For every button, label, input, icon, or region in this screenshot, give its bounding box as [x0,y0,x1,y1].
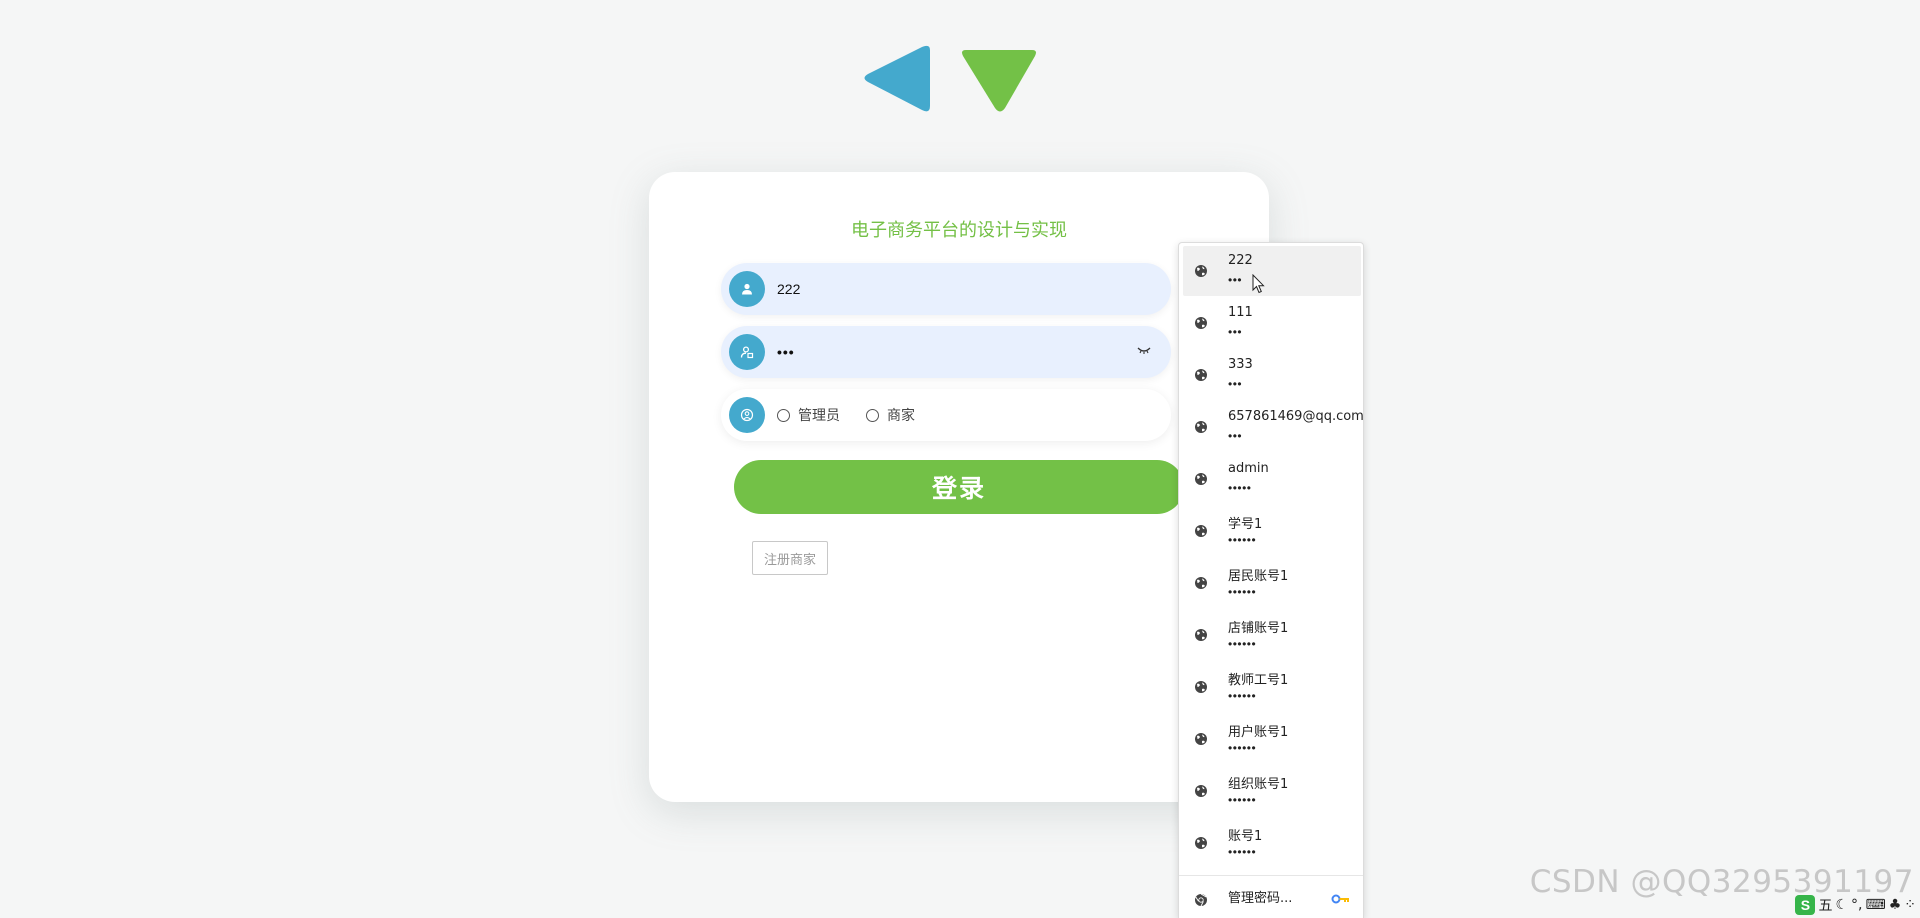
autofill-item[interactable]: 教师工号1 •••••• [1183,662,1361,712]
autofill-username: 组织账号1 [1228,777,1289,792]
globe-icon [1195,369,1207,381]
mouse-cursor-icon [1252,274,1265,294]
role-field: 管理员 商家 [721,389,1171,441]
autofill-username: 店铺账号1 [1228,621,1289,636]
autofill-item[interactable]: 657861469@qq.com ••• [1183,402,1364,452]
role-label-admin: 管理员 [798,408,840,424]
punctuation-icon[interactable]: °, [1851,897,1862,913]
autofill-password-mask: •••••• [1228,637,1257,651]
globe-icon [1195,577,1207,589]
manage-passwords-item[interactable]: 管理密码... [1183,881,1361,917]
autofill-item[interactable]: admin ••••• [1183,454,1361,504]
globe-icon [1195,473,1207,485]
autofill-password-mask: •••••• [1228,741,1257,755]
autofill-password-mask: ••• [1228,429,1243,443]
globe-icon [1195,733,1207,745]
autofill-item[interactable]: 用户账号1 •••••• [1183,714,1361,764]
user-icon [729,271,765,307]
chrome-icon [1195,893,1207,907]
autofill-item[interactable]: 222 ••• [1183,246,1361,296]
autofill-username: 居民账号1 [1228,569,1289,584]
autofill-password-mask: •••••• [1228,845,1257,859]
autofill-username: 333 [1228,357,1253,372]
manage-passwords-label: 管理密码... [1228,891,1293,906]
autofill-password-mask: •••••• [1228,689,1257,703]
skin-icon[interactable]: ♣ [1889,897,1902,913]
autofill-item[interactable]: 333 ••• [1183,350,1361,400]
login-button[interactable]: 登录 [734,460,1184,514]
autofill-password-mask: ••• [1228,325,1243,339]
globe-icon [1195,785,1207,797]
key-icon [1331,894,1349,904]
keyboard-icon[interactable]: ⌨ [1865,897,1885,913]
moon-icon[interactable]: ☾ [1835,897,1848,913]
ime-logo[interactable]: S [1795,895,1816,915]
globe-icon [1195,629,1207,641]
autofill-password-mask: •••••• [1228,533,1257,547]
page-title: 电子商务平台的设计与实现 [851,220,1067,241]
password-input[interactable]: ••• [777,326,795,378]
register-merchant-button[interactable]: 注册商家 [752,541,828,575]
autofill-item[interactable]: 学号1 •••••• [1183,506,1361,556]
username-field[interactable]: 222 [721,263,1171,315]
globe-icon [1195,265,1207,277]
radio-circle[interactable] [866,408,879,422]
radio-circle[interactable] [777,408,790,422]
autofill-password-mask: •••••• [1228,585,1257,599]
autofill-item[interactable]: 111 ••• [1183,298,1361,348]
role-radio-merchant[interactable]: 商家 [866,405,915,425]
autofill-item[interactable]: 账号1 •••••• [1183,818,1361,868]
globe-icon [1195,525,1207,537]
role-label-merchant: 商家 [887,408,915,424]
autofill-username: 657861469@qq.com [1228,409,1364,424]
autofill-username: admin [1228,461,1269,476]
autofill-username: 222 [1228,253,1253,268]
globe-icon [1195,317,1207,329]
globe-icon [1195,837,1207,849]
autofill-password-mask: ••• [1228,377,1243,391]
globe-icon [1195,421,1207,433]
autofill-password-mask: ••• [1228,273,1243,287]
ime-toolbar: S 五 ☾ °, ⌨ ♣ ⁘ [1795,894,1916,916]
autofill-username: 学号1 [1228,517,1263,532]
role-icon [729,397,765,433]
autofill-item[interactable]: 组织账号1 •••••• [1183,766,1361,816]
autofill-username: 教师工号1 [1228,673,1289,688]
ime-mode[interactable]: 五 [1818,895,1832,915]
divider [1179,875,1363,876]
green-triangle-shape [962,50,1036,112]
globe-icon [1195,681,1207,693]
autofill-item[interactable]: 居民账号1 •••••• [1183,558,1361,608]
grid-menu-icon[interactable]: ⁘ [1904,897,1916,913]
username-input[interactable]: 222 [777,263,800,315]
login-card: 电子商务平台的设计与实现 222 ••• 管理员 商家 登录 注册商家 [649,172,1269,802]
role-radio-admin[interactable]: 管理员 [777,405,840,425]
autofill-password-mask: ••••• [1228,481,1252,495]
autofill-password-mask: •••••• [1228,793,1257,807]
password-field[interactable]: ••• [721,326,1171,378]
blue-triangle-shape [864,45,930,112]
lock-user-icon [729,334,765,370]
eye-closed-icon[interactable] [1137,345,1151,355]
role-radio-group: 管理员 商家 [777,389,941,441]
autofill-item[interactable]: 店铺账号1 •••••• [1183,610,1361,660]
autofill-username: 账号1 [1228,829,1263,844]
logo [864,45,1036,112]
password-autofill-dropdown: 222 ••• 111 ••• 333 ••• 657861469@qq.com ••• adm… [1178,242,1364,918]
autofill-username: 111 [1228,305,1253,320]
autofill-username: 用户账号1 [1228,725,1289,740]
